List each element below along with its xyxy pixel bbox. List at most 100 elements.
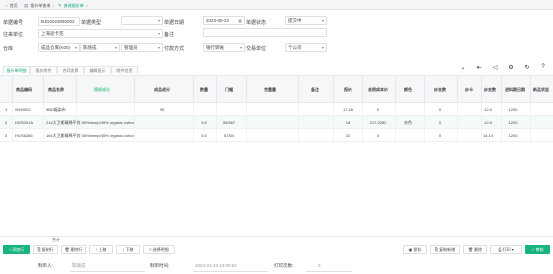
- cell-yarn[interactable]: 0: [439, 107, 441, 112]
- grid-toolbar: ⌄ ⇤ ◁ ⚙ ↻ ?: [455, 64, 551, 73]
- make-time-label: 制单时间:: [150, 263, 170, 268]
- cell-code[interactable]: WH0002: [15, 107, 31, 112]
- remark-field[interactable]: [203, 28, 327, 37]
- save-icon: ▣: [408, 247, 413, 252]
- tab-edit-quote[interactable]: ✎ 修改报价单 ×: [58, 2, 88, 9]
- cell-price[interactable]: 18: [346, 120, 350, 125]
- arrow-down-icon: ↓: [122, 247, 125, 252]
- col-weight[interactable]: 克重量: [264, 87, 276, 93]
- settle-unit-select[interactable]: 个公司 ▾: [285, 43, 327, 52]
- cell-yarn[interactable]: 0: [439, 133, 441, 138]
- delete-row-button[interactable]: 🗑 删除行: [61, 245, 86, 254]
- prev-page-icon[interactable]: ◁: [487, 64, 503, 73]
- cell-comp[interactable]: 35: [160, 107, 164, 112]
- cell-price[interactable]: 17.45: [343, 107, 353, 112]
- subtab-attach[interactable]: 报价附件: [30, 66, 57, 74]
- cell-name[interactable]: 5BD幅染布: [46, 107, 66, 113]
- doc-date-label: 单据日期: [164, 20, 185, 26]
- chevron-down-icon: ▾: [239, 45, 242, 50]
- audit-button[interactable]: ✓ 审核: [525, 245, 550, 254]
- cell-date[interactable]: 1200: [509, 133, 518, 138]
- move-down-button[interactable]: ↓ 下移: [116, 245, 140, 254]
- doc-status-select[interactable]: 提交中 ▾: [285, 16, 327, 25]
- close-icon[interactable]: ×: [52, 3, 54, 8]
- cell-date[interactable]: 1200: [509, 107, 518, 112]
- cell-code[interactable]: HGS001A: [15, 120, 33, 125]
- help-icon[interactable]: ?: [535, 64, 551, 73]
- col-width[interactable]: 门幅: [225, 87, 233, 93]
- col-date[interactable]: 进料期日期: [505, 87, 525, 93]
- make-time-value: 2024-01-23 13:09:54: [195, 263, 237, 268]
- col-price[interactable]: 报价: [344, 87, 352, 93]
- add-row-button[interactable]: + 添加行: [3, 245, 30, 254]
- cell-color[interactable]: 灰色: [404, 120, 412, 126]
- tab-quote-query[interactable]: ▤ 报价单查询 ×: [24, 2, 55, 9]
- cell-cost[interactable]: 217.0282: [370, 120, 387, 125]
- save-button[interactable]: ▣ 保存: [403, 245, 427, 254]
- cell-cost[interactable]: 0: [377, 133, 379, 138]
- col-yarn[interactable]: 纱支数: [434, 87, 446, 93]
- copy-row-button[interactable]: ⎘ 复制行: [33, 245, 58, 254]
- cell-yarn2[interactable]: 14.14: [483, 133, 493, 138]
- col-name[interactable]: 商品名称: [48, 87, 64, 93]
- cell-name[interactable]: 16s大卫斯精棉平纹 55%hemp/45% organic cotton: [46, 133, 135, 139]
- subtab-contract[interactable]: 合同发票: [57, 66, 84, 74]
- doc-type-select[interactable]: ▾: [121, 16, 163, 25]
- settings-icon[interactable]: ⚙: [503, 64, 519, 73]
- cell-date[interactable]: 1200: [509, 120, 518, 125]
- subtab-detail[interactable]: 报价单明细: [3, 66, 30, 74]
- cell-qty[interactable]: 3.9: [201, 120, 207, 125]
- collapse-icon[interactable]: ⌄: [455, 64, 471, 73]
- cell-price[interactable]: 22: [346, 133, 350, 138]
- cell-width[interactable]: 55/567: [223, 120, 235, 125]
- table-row[interactable]: 2 HGS001A 21s大卫斯精棉平纹 55%hemp/45% organic…: [0, 116, 553, 129]
- first-page-icon[interactable]: ⇤: [471, 64, 487, 73]
- col-remark[interactable]: 备注: [311, 87, 319, 93]
- cell-yarn2[interactable]: 12.6: [484, 120, 492, 125]
- customer-select[interactable]: 上海途卡克 ▾: [38, 29, 163, 38]
- subtab-files[interactable]: 附件信息: [111, 66, 138, 74]
- col-status[interactable]: 新品状态: [533, 87, 549, 93]
- cell-cost[interactable]: 0: [377, 107, 379, 112]
- print-button[interactable]: ⎙ 打印 ▾: [490, 245, 522, 254]
- copy-new-button[interactable]: ⎘ 复制新增: [430, 245, 460, 254]
- pay-method-select[interactable]: 银行转账 ▾: [203, 43, 245, 52]
- move-down-label: 下移: [125, 246, 134, 252]
- col-code[interactable]: 商品编码: [16, 87, 32, 93]
- check-icon: ✓: [531, 247, 535, 252]
- doc-date-field[interactable]: 2023-05-22 ▦: [203, 16, 245, 25]
- table-row[interactable]: 1 WH0002 5BD幅染布 35 17.45 0 0 12.6 1200: [0, 103, 553, 116]
- calendar-icon: ▦: [238, 18, 242, 23]
- doc-no-field[interactable]: BJD2023050002: [38, 17, 80, 26]
- delete-row-label: 删除行: [70, 246, 83, 252]
- cell-qty[interactable]: 5.0: [201, 133, 207, 138]
- cell-width[interactable]: 57/54: [224, 133, 234, 138]
- col-yarn2[interactable]: 纱支数: [484, 87, 496, 93]
- col-spec[interactable]: 规格成分: [94, 87, 110, 93]
- warehouse-select[interactable]: 成品仓库(K00) ▾: [38, 43, 80, 52]
- move-up-button[interactable]: ↑ 上移: [89, 245, 113, 254]
- cell-name[interactable]: 21s大卫斯精棉平纹 55%hemp/45% organic cotton: [46, 120, 135, 126]
- tab-home[interactable]: ⌂ 首页: [5, 2, 18, 9]
- grid-header: 商品编码 商品名称 规格成分 成品成分 数量 门幅 克重量 备注 报价 含税成本…: [0, 75, 553, 104]
- close-icon[interactable]: ×: [86, 3, 88, 8]
- cell-code[interactable]: HGS6266: [15, 133, 33, 138]
- refresh-icon[interactable]: ↻: [519, 64, 535, 73]
- cell-yarn[interactable]: 0: [439, 120, 441, 125]
- pay-method-label: 付款方式: [164, 46, 185, 52]
- col-cost[interactable]: 含税成本价: [368, 87, 388, 93]
- audit-label: 审核: [535, 246, 544, 252]
- select-detail-button[interactable]: ≡ 选择明细: [143, 245, 175, 254]
- col-comp[interactable]: 成品成分: [154, 87, 170, 93]
- tab-label: 修改报价单: [63, 2, 84, 8]
- col-qty[interactable]: 数量: [200, 87, 208, 93]
- col-cnt[interactable]: 纱卡: [465, 87, 473, 93]
- subtab-display[interactable]: 编辑显示: [84, 66, 111, 74]
- dept-select[interactable]: 管理员 ▾: [121, 43, 163, 52]
- col-color[interactable]: 颜色: [404, 87, 412, 93]
- salesman-select[interactable]: 陈晓成 ▾: [80, 43, 120, 52]
- delete-button[interactable]: 🗑 删除: [463, 245, 487, 254]
- remark-label: 备注: [164, 32, 175, 38]
- cell-yarn2[interactable]: 12.6: [484, 107, 492, 112]
- table-row[interactable]: 3 HGS6266 16s大卫斯精棉平纹 55%hemp/45% organic…: [0, 129, 553, 142]
